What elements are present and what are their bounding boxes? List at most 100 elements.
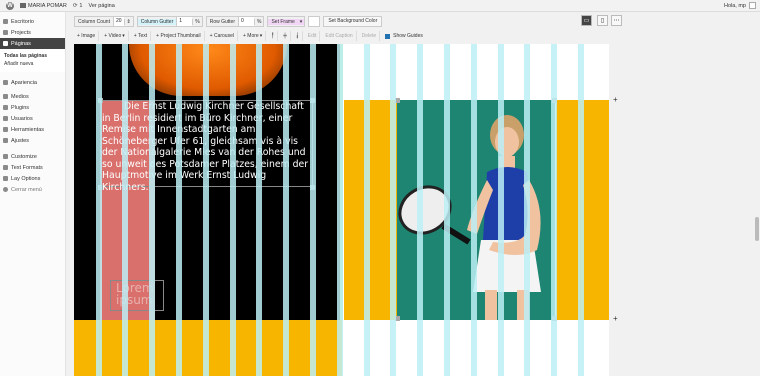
- column-guide: [230, 44, 236, 376]
- column-guide: [176, 44, 182, 376]
- scrollbar-thumb[interactable]: [755, 217, 759, 241]
- row-gutter-input[interactable]: 0: [238, 17, 254, 26]
- add-image-button[interactable]: + Image: [74, 31, 100, 41]
- text-formats-icon: [3, 165, 8, 170]
- column-guide: [524, 44, 530, 376]
- column-gutter-unit: %: [192, 18, 201, 25]
- frame-box[interactable]: [308, 16, 321, 27]
- sidebar-item-escritorio[interactable]: Escritorio: [0, 16, 65, 27]
- add-more-button[interactable]: + More ▾: [240, 31, 267, 41]
- show-guides-label: Show Guides: [393, 33, 423, 39]
- sidebar-item-label: Plugins: [11, 104, 30, 111]
- column-guide: [471, 44, 477, 376]
- sidebar-item-customize[interactable]: Customize: [0, 151, 65, 162]
- column-count-control[interactable]: Column Count 20 ⇕: [74, 16, 134, 27]
- sidebar-item-plugins[interactable]: Plugins: [0, 102, 65, 113]
- media-icon: [3, 94, 8, 99]
- home-icon[interactable]: MARIA POMAR: [20, 3, 67, 9]
- column-gutter-label: Column Gutter: [137, 18, 177, 25]
- settings-icon: [3, 138, 8, 143]
- refresh-icon: ⟳: [72, 2, 78, 9]
- edit-caption-button[interactable]: Edit Caption: [322, 31, 357, 41]
- delete-button[interactable]: Delete: [359, 31, 381, 41]
- add-row-plus-icon[interactable]: +: [613, 315, 620, 323]
- checkbox-checked-icon[interactable]: [385, 33, 391, 39]
- sidebar-item-ajustes[interactable]: Ajustes: [0, 135, 65, 146]
- chevron-down-icon: ▾: [297, 18, 305, 25]
- layout-canvas[interactable]: Die Ernst Ludwig Kirchner Gesellschaft i…: [74, 44, 609, 376]
- set-background-color-button[interactable]: Set Background Color: [323, 16, 383, 27]
- column-guide: [498, 44, 504, 376]
- wordpress-logo-icon[interactable]: W: [6, 1, 14, 10]
- updates-link[interactable]: ⟳ 1: [73, 3, 83, 9]
- admin-bar: W MARIA POMAR ⟳ 1 Ver página Hola, mp: [0, 0, 760, 12]
- sidebar-item-label: Customize: [11, 153, 37, 160]
- add-row-plus-icon[interactable]: +: [613, 96, 620, 104]
- grid-settings-toolbar: Column Count 20 ⇕ Column Gutter 1 % Row …: [74, 14, 624, 29]
- site-name-link[interactable]: MARIA POMAR: [28, 3, 67, 9]
- column-count-input[interactable]: 20: [112, 17, 124, 26]
- lorem-text-block[interactable]: Lorem ipsum: [110, 280, 164, 311]
- add-project-thumbnail-button[interactable]: + Project Thumbnail: [153, 31, 205, 41]
- sidebar-item-label: Páginas: [11, 40, 31, 47]
- tools-icon: [3, 127, 8, 132]
- pages-icon: [3, 41, 8, 46]
- sidebar-item-label: Usuarios: [11, 115, 33, 122]
- sidebar-item-medios[interactable]: Medios: [0, 91, 65, 102]
- column-guide: [310, 44, 316, 376]
- plugins-icon: [3, 105, 8, 110]
- sidebar-item-collapse[interactable]: Cerrar menú: [0, 184, 65, 195]
- collapse-icon: [3, 187, 8, 192]
- sidebar-item-lay-options[interactable]: Lay Options: [0, 173, 65, 184]
- add-carousel-button[interactable]: + Carousel: [207, 31, 238, 41]
- more-options-icon[interactable]: ⋯: [611, 15, 622, 26]
- column-guide: [337, 44, 343, 376]
- row-gutter-control[interactable]: Row Gutter 0 %: [205, 16, 265, 27]
- sidebar-item-label: Herramientas: [11, 126, 45, 133]
- align-top-icon[interactable]: ╿: [268, 31, 279, 41]
- column-guide: [283, 44, 289, 376]
- page-scrollbar[interactable]: [754, 12, 760, 376]
- chevron-down-icon: ▾: [259, 33, 263, 39]
- column-guide: [417, 44, 423, 376]
- show-guides-toggle[interactable]: Show Guides: [382, 31, 426, 41]
- greeting[interactable]: Hola, mp: [724, 3, 746, 9]
- add-video-button[interactable]: + Video ▾: [101, 31, 129, 41]
- align-bottom-icon[interactable]: ╽: [293, 31, 303, 41]
- sidebar-item-label: Lay Options: [11, 175, 41, 182]
- column-gutter-input[interactable]: 1: [176, 17, 193, 26]
- users-icon: [3, 116, 8, 121]
- customize-icon: [3, 154, 8, 159]
- sidebar-item-projects[interactable]: Projects: [0, 27, 65, 38]
- add-more-label: + More: [242, 33, 259, 39]
- column-guide: [256, 44, 262, 376]
- add-text-button[interactable]: + Text: [131, 31, 152, 41]
- avatar[interactable]: [749, 2, 756, 9]
- chevron-down-icon: ▾: [122, 33, 125, 39]
- edit-button[interactable]: Edit: [305, 31, 321, 41]
- sidebar-item-usuarios[interactable]: Usuarios: [0, 113, 65, 124]
- sidebar-item-label: Text Formats: [11, 164, 43, 171]
- sidebar-item-paginas[interactable]: Páginas: [0, 38, 65, 49]
- add-video-label: + Video: [104, 33, 122, 39]
- stepper-icon[interactable]: ⇕: [123, 18, 133, 25]
- column-gutter-control[interactable]: Column Gutter 1 %: [136, 16, 203, 27]
- sidebar-item-herramientas[interactable]: Herramientas: [0, 124, 65, 135]
- desktop-view-icon[interactable]: ▭: [581, 15, 592, 26]
- phone-view-icon[interactable]: ▯: [597, 15, 608, 26]
- column-guide: [551, 44, 557, 376]
- submenu-all-pages[interactable]: Todas las páginas: [0, 52, 65, 60]
- view-page-link[interactable]: Ver página: [88, 3, 114, 9]
- sidebar-item-apariencia[interactable]: Apariencia: [0, 77, 65, 88]
- sidebar-item-text-formats[interactable]: Text Formats: [0, 162, 65, 173]
- set-frame-label: Set Frame: [268, 18, 298, 25]
- set-frame-control[interactable]: Set Frame ▾: [267, 16, 306, 27]
- row-gutter-label: Row Gutter: [209, 18, 235, 25]
- updates-count: 1: [79, 2, 83, 9]
- column-guide: [149, 44, 155, 376]
- column-guide: [122, 44, 128, 376]
- element-toolbar: + Image + Video ▾ + Text + Project Thumbn…: [74, 30, 624, 42]
- column-guide: [390, 44, 396, 376]
- submenu-add-new[interactable]: Añadir nueva: [0, 60, 65, 68]
- align-middle-icon[interactable]: ╪: [280, 31, 291, 41]
